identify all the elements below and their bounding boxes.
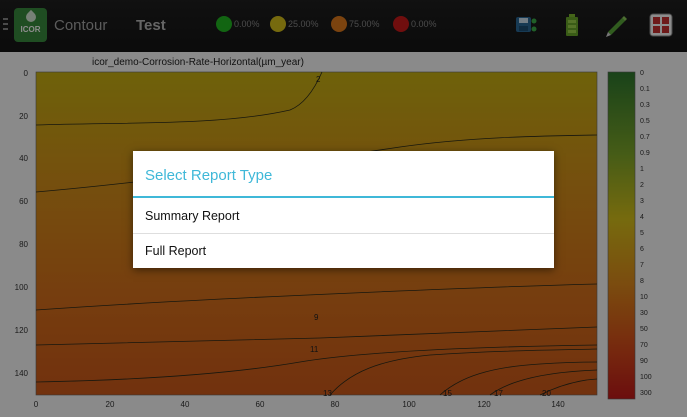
dialog-divider — [133, 196, 554, 198]
summary-report-option[interactable]: Summary Report — [133, 199, 554, 233]
full-report-label: Full Report — [145, 244, 207, 258]
summary-report-label: Summary Report — [145, 209, 240, 223]
full-report-option[interactable]: Full Report — [133, 234, 554, 268]
dialog-title: Select Report Type — [145, 167, 273, 184]
report-type-dialog: Select Report Type Summary Report Full R… — [133, 151, 554, 268]
